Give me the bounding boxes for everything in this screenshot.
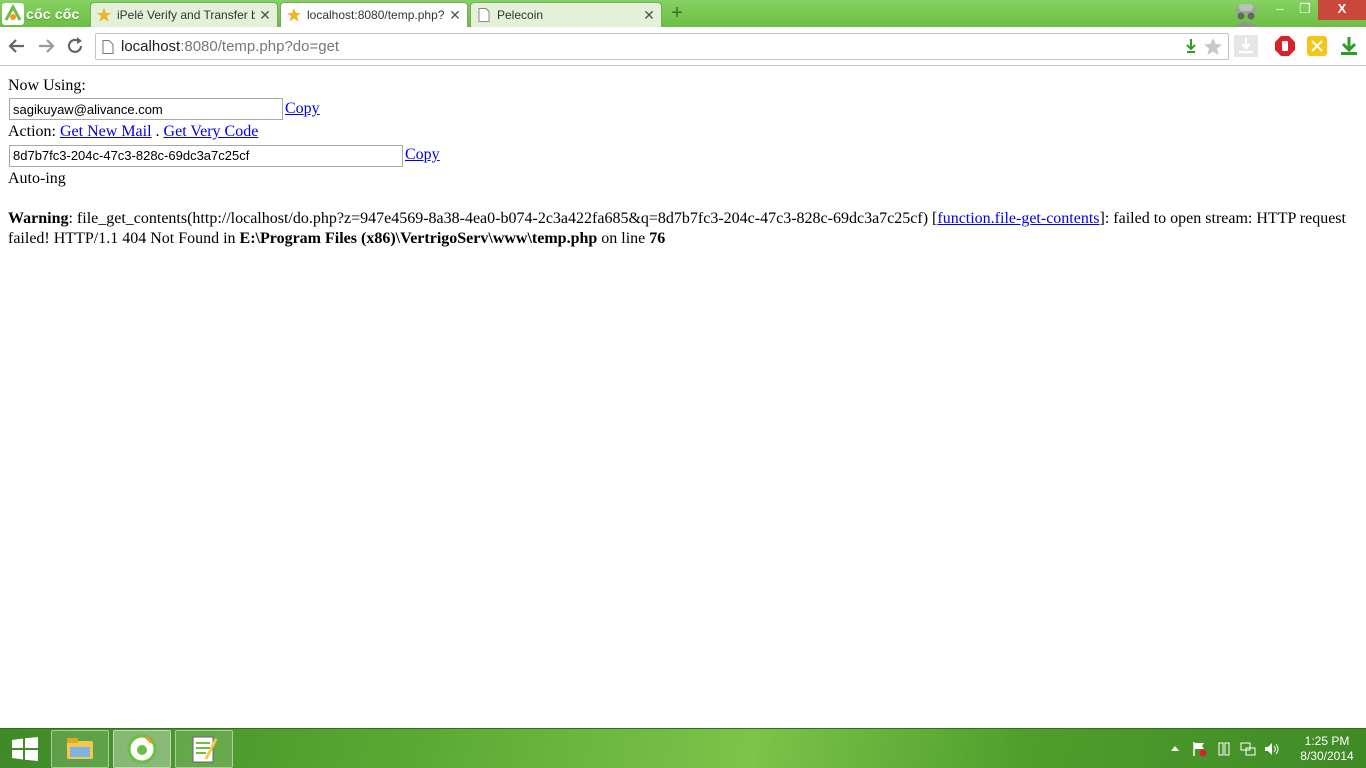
restore-button[interactable]: ❐: [1293, 0, 1317, 20]
network-icon[interactable]: [1240, 741, 1256, 757]
clock-date: 8/30/2014: [1300, 749, 1354, 763]
tab-title: localhost:8080/temp.php?: [307, 8, 445, 22]
savior-download-icon[interactable]: [1181, 38, 1201, 56]
tab-localhost-temp[interactable]: localhost:8080/temp.php? ✕: [280, 2, 468, 27]
get-very-code-link[interactable]: Get Very Code: [164, 123, 259, 140]
tab-ipele-verify[interactable]: iPelé Verify and Transfer b ✕: [90, 2, 278, 27]
tab-close-icon[interactable]: ✕: [449, 7, 461, 24]
browser-brand-name: cốc cốc: [26, 5, 80, 22]
browser-logo[interactable]: cốc cốc: [0, 0, 88, 27]
star-favicon-icon: [97, 8, 111, 22]
download-arrow-icon[interactable]: [1338, 35, 1360, 57]
tab-pelecoin[interactable]: Pelecoin ✕: [470, 2, 662, 27]
star-favicon-icon: [287, 8, 301, 22]
warning-file-path: E:\Program Files (x86)\VertrigoServ\www\…: [239, 229, 598, 247]
php-warning-message: Warning: file_get_contents(http://localh…: [8, 209, 1353, 249]
taskbar-file-explorer[interactable]: [51, 730, 109, 768]
taskbar-notepad-plus-plus[interactable]: [175, 730, 233, 768]
windows-start-icon[interactable]: [10, 737, 40, 761]
folder-icon: [67, 738, 93, 759]
forward-arrow-icon[interactable]: [35, 35, 57, 57]
notepad-plus-plus-icon: [192, 736, 218, 763]
adblock-stop-icon[interactable]: [1274, 35, 1296, 57]
browser-toolbar: localhost:8080/temp.php?do=get: [0, 27, 1366, 66]
coccoc-browser-icon: [127, 734, 157, 764]
minimize-button[interactable]: –: [1267, 0, 1293, 20]
tray-expand-chevron-icon[interactable]: [1169, 741, 1181, 757]
system-clock[interactable]: 1:25 PM 8/30/2014: [1294, 734, 1360, 764]
page-icon: [102, 40, 114, 54]
incognito-icon: [1234, 4, 1258, 27]
action-row: Action: Get New Mail . Get Very Code: [8, 120, 1358, 143]
downloads-panel-icon[interactable]: [1234, 35, 1258, 57]
warning-message-part3: on line: [597, 229, 650, 247]
email-row: Copy: [8, 97, 1358, 121]
tab-close-icon[interactable]: ✕: [643, 7, 655, 24]
clock-time: 1:25 PM: [1304, 734, 1350, 748]
action-label: Action:: [8, 123, 56, 141]
action-center-flag-icon[interactable]: [1191, 741, 1207, 757]
function-doc-link[interactable]: function.file-get-contents: [937, 210, 1099, 227]
action-separator: .: [151, 123, 164, 141]
now-using-label: Now Using:: [8, 77, 86, 94]
windows-taskbar: 1:25 PM 8/30/2014: [0, 728, 1366, 768]
coccoc-logo-icon: [2, 2, 24, 25]
status-text: Auto-ing: [8, 169, 66, 187]
warning-message-part1: : file_get_contents(http://localhost/do.…: [68, 209, 938, 227]
taskbar-coccoc-browser[interactable]: [113, 730, 171, 768]
reload-icon[interactable]: [64, 35, 86, 57]
close-window-button[interactable]: X: [1318, 0, 1366, 20]
email-field[interactable]: [9, 98, 283, 121]
extension-icon[interactable]: [1306, 35, 1328, 57]
warning-label: Warning: [8, 209, 69, 227]
volume-speaker-icon[interactable]: [1264, 741, 1280, 757]
copy-email-link[interactable]: Copy: [285, 100, 320, 117]
address-bar[interactable]: localhost:8080/temp.php?do=get: [95, 33, 1229, 60]
get-new-mail-link[interactable]: Get New Mail: [60, 123, 152, 140]
address-url: localhost:8080/temp.php?do=get: [121, 38, 339, 55]
tab-close-icon[interactable]: ✕: [259, 7, 271, 24]
code-row: Copy: [8, 143, 1358, 167]
warning-line-number: 76: [649, 229, 666, 247]
new-tab-button[interactable]: +: [666, 3, 688, 24]
page-favicon-icon: [478, 8, 490, 22]
tab-title: iPelé Verify and Transfer b: [117, 8, 255, 22]
address-host: localhost: [121, 38, 181, 55]
tab-strip: cốc cốc iPelé Verify and Transfer b ✕ lo…: [0, 0, 1366, 27]
usb-device-icon[interactable]: [1216, 741, 1232, 757]
page-content: Now Using: Copy Action: Get New Mail . G…: [8, 74, 1358, 249]
bookmark-star-icon[interactable]: [1203, 37, 1223, 57]
tab-title: Pelecoin: [497, 8, 544, 22]
back-arrow-icon[interactable]: [6, 35, 28, 57]
copy-code-link[interactable]: Copy: [405, 146, 440, 163]
code-field[interactable]: [9, 144, 403, 167]
address-path: :8080/temp.php?do=get: [180, 38, 340, 55]
